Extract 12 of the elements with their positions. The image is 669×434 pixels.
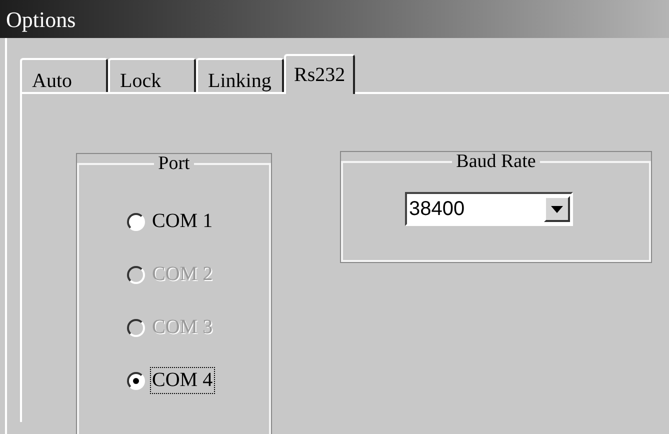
baud-rate-dropdown[interactable]: 38400: [405, 192, 573, 226]
tab[interactable]: Auto: [20, 58, 108, 92]
window-title: Options: [6, 6, 76, 34]
radio-label: COM 4: [151, 368, 214, 393]
radio-button[interactable]: [127, 212, 145, 230]
radio-button[interactable]: [127, 372, 145, 390]
tab[interactable]: Lock: [108, 58, 196, 92]
group-label: Port: [157, 154, 191, 173]
dropdown-value: 38400: [408, 197, 466, 222]
group-label: Baud Rate: [455, 152, 537, 171]
radio-label: COM 1: [151, 209, 214, 234]
tab[interactable]: Rs232: [284, 54, 356, 94]
